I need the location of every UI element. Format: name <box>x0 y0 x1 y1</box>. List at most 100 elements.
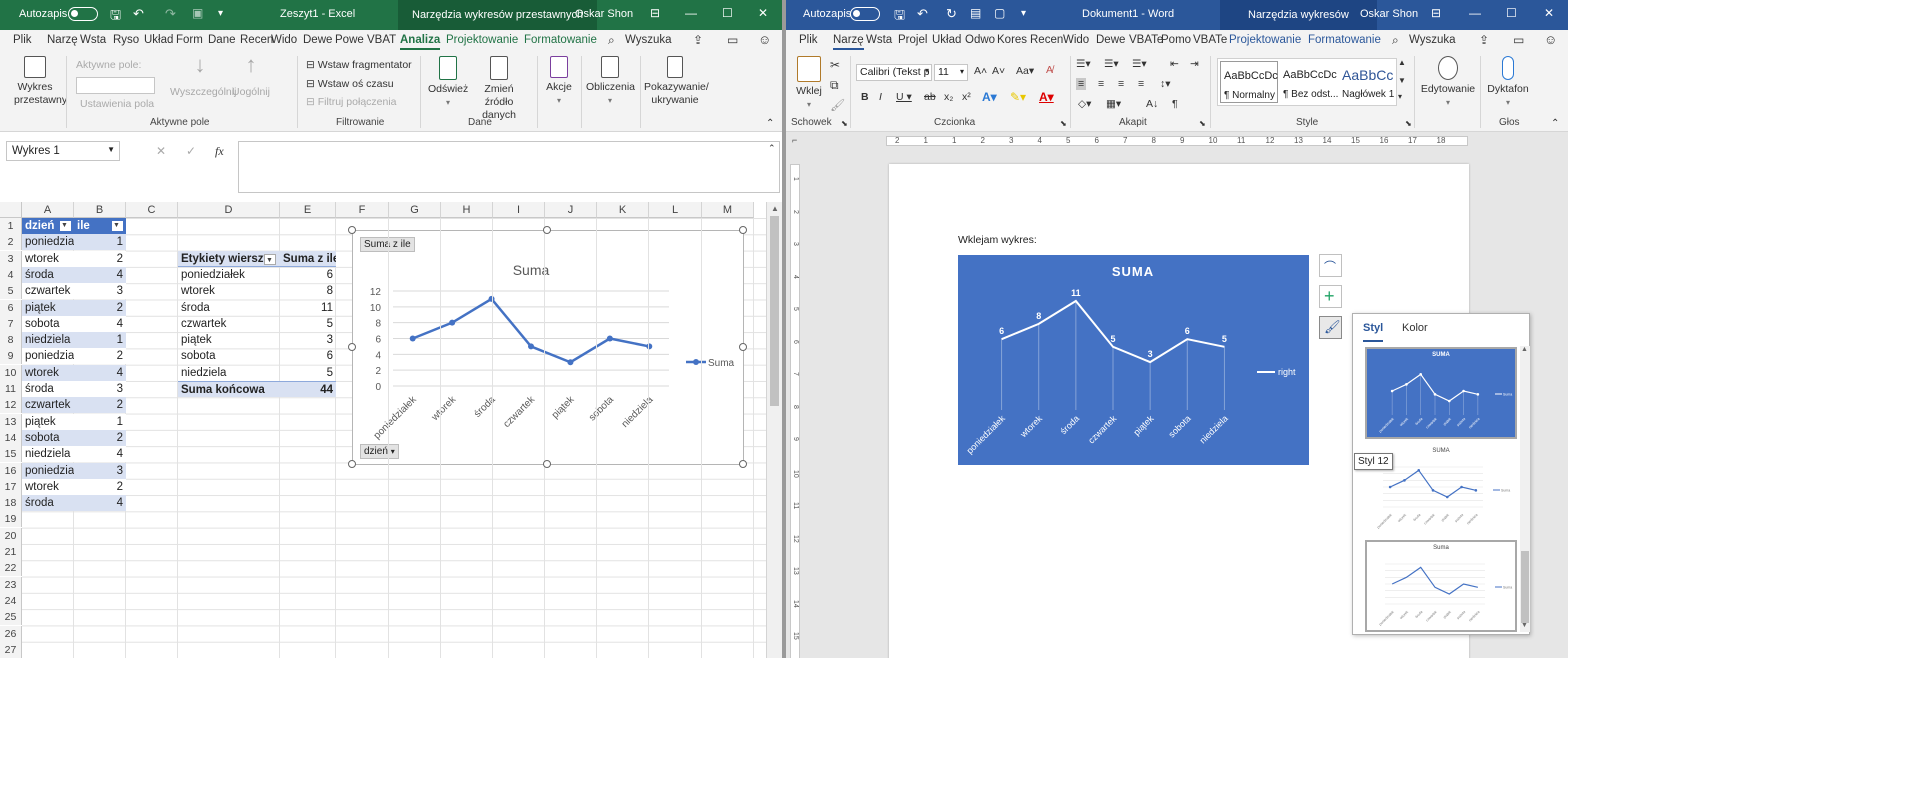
table-cell[interactable]: 3 <box>74 381 126 397</box>
column-header-K[interactable]: K <box>597 202 649 218</box>
pivot-row-value[interactable]: 5 <box>280 316 336 332</box>
word-tab-home[interactable]: Narzę <box>833 34 864 50</box>
strikethrough-icon[interactable]: ab <box>924 91 936 103</box>
data-label[interactable]: 3 <box>1148 349 1153 359</box>
word-search-box[interactable]: Wyszuka <box>1409 34 1456 46</box>
clipboard-launcher-icon[interactable]: ⬊ <box>841 119 848 128</box>
pivot-row-label[interactable]: piątek <box>178 332 280 348</box>
layout-options-button[interactable]: ⌒ <box>1319 254 1342 277</box>
tab-data[interactable]: Dane <box>208 34 236 46</box>
table-cell[interactable]: 4 <box>74 266 126 283</box>
word-tab-vbate2[interactable]: VBATe <box>1193 34 1227 46</box>
search-icon[interactable]: ⌕ <box>608 33 615 48</box>
column-header-H[interactable]: H <box>441 202 493 218</box>
word-tab-review[interactable]: Recen <box>1030 34 1063 46</box>
styles-scroll-up-icon[interactable]: ▲ <box>1398 58 1406 67</box>
close-icon[interactable]: ✕ <box>758 6 768 20</box>
highlight-icon[interactable]: ✎▾ <box>1010 90 1026 104</box>
row-header[interactable]: 11 <box>0 381 22 397</box>
tab-power[interactable]: Powe <box>335 34 364 46</box>
style-pane-scroll-up-icon[interactable]: ▲ <box>1521 346 1528 353</box>
qat-dropdown-icon[interactable]: ▾ <box>218 8 223 19</box>
chart-resize-handle[interactable] <box>348 460 356 468</box>
form-icon[interactable]: ▣ <box>192 6 203 20</box>
table-cell[interactable]: 4 <box>74 315 126 332</box>
word-qat-dropdown-icon[interactable]: ▾ <box>1021 8 1026 19</box>
word-redo-icon[interactable]: ↻ <box>946 6 957 22</box>
chart-resize-handle[interactable] <box>739 226 747 234</box>
legend-label[interactable]: Suma <box>708 358 735 369</box>
style-heading1[interactable]: AaBbCc Nagłówek 1 <box>1339 61 1395 103</box>
pivot-row-value[interactable]: 11 <box>280 300 336 316</box>
data-label[interactable]: 5 <box>1222 334 1227 344</box>
table-cell[interactable]: niedziela <box>22 332 74 349</box>
cut-icon[interactable]: ✂ <box>830 58 840 72</box>
change-source-button[interactable]: Zmień źródło danych <box>470 56 528 122</box>
word-tab-chart-design[interactable]: Projektowanie <box>1229 34 1301 46</box>
pivot-chart-button[interactable]: Wykres przestawny <box>14 56 67 107</box>
collapse-ribbon-icon[interactable]: ⌃ <box>766 118 774 129</box>
name-box[interactable]: Wykres 1 ▼ <box>6 141 120 161</box>
table-cell[interactable]: 1 <box>74 413 126 430</box>
pivot-row-label[interactable]: środa <box>178 300 280 316</box>
column-header-J[interactable]: J <box>545 202 597 218</box>
font-size-select[interactable]: 11 ▾ <box>934 64 968 81</box>
table-cell[interactable]: czwartek <box>22 397 74 414</box>
row-header[interactable]: 17 <box>0 478 22 495</box>
table-cell[interactable]: 4 <box>74 495 126 512</box>
table-cell[interactable]: 1 <box>74 234 126 251</box>
word-tab-help[interactable]: Pomo <box>1161 34 1191 46</box>
pivot-row-value[interactable]: 6 <box>280 348 336 364</box>
pivot-row-label[interactable]: czwartek <box>178 316 280 332</box>
row-header[interactable]: 23 <box>0 576 22 593</box>
sort-icon[interactable]: A↓ <box>1146 98 1158 110</box>
grow-font-icon[interactable]: A˄ <box>974 65 987 77</box>
data-point[interactable] <box>606 335 613 342</box>
table-cell[interactable]: 2 <box>74 250 126 267</box>
pivot-row-value[interactable]: 3 <box>280 332 336 348</box>
table-cell[interactable]: piątek <box>22 413 74 430</box>
chart-resize-handle[interactable] <box>348 343 356 351</box>
column-header-D[interactable]: D <box>178 202 280 218</box>
word-tab-vbate[interactable]: VBATe <box>1129 34 1163 46</box>
row-header[interactable]: 1 <box>0 218 22 234</box>
actions-button[interactable]: Akcje ▾ <box>543 56 575 107</box>
word-legend-label[interactable]: right <box>1278 367 1296 377</box>
word-tab-references[interactable]: Odwo <box>965 34 995 46</box>
name-box-dropdown-icon[interactable]: ▼ <box>107 145 115 154</box>
data-label[interactable]: 6 <box>1185 326 1190 336</box>
tab-home[interactable]: Narzę <box>47 34 78 46</box>
refresh-button[interactable]: Odśwież ▾ <box>428 56 468 109</box>
row-header[interactable]: 27 <box>0 641 22 658</box>
tab-insert[interactable]: Wsta <box>80 34 106 46</box>
bold-icon[interactable]: B <box>861 91 869 103</box>
chart-resize-handle[interactable] <box>739 343 747 351</box>
column-header-A[interactable]: A <box>22 202 74 218</box>
pivot-chart[interactable]: Suma z ile dzień ▾ Suma 0 2 4 6 8 10 12 poniedzi… <box>352 230 744 465</box>
maximize-icon[interactable]: ☐ <box>722 6 733 20</box>
row-header[interactable]: 9 <box>0 348 22 365</box>
italic-icon[interactable]: I <box>879 91 882 103</box>
row-header[interactable]: 2 <box>0 234 22 251</box>
column-header-F[interactable]: F <box>336 202 389 218</box>
column-header-C[interactable]: C <box>126 202 178 218</box>
data-label[interactable]: 11 <box>1071 288 1081 298</box>
tab-review[interactable]: Recen <box>240 34 273 46</box>
row-header[interactable]: 3 <box>0 250 22 267</box>
table-cell[interactable]: 2 <box>74 397 126 414</box>
word-tab-design[interactable]: Projel <box>898 34 927 46</box>
decrease-indent-icon[interactable]: ⇤ <box>1170 58 1179 70</box>
word-tab-chart-format[interactable]: Formatowanie <box>1308 34 1381 46</box>
insert-function-icon[interactable]: fx <box>215 144 224 159</box>
field-settings-button[interactable]: Ustawienia pola <box>80 98 154 110</box>
row-header[interactable]: 16 <box>0 462 22 479</box>
table-cell[interactable]: 2 <box>74 429 126 446</box>
table-cell[interactable]: 2 <box>74 348 126 365</box>
save-icon[interactable]: 🖫 <box>110 6 121 28</box>
shading-icon[interactable]: ◇▾ <box>1078 98 1091 110</box>
data-point[interactable] <box>409 335 416 342</box>
word-user-name[interactable]: Oskar Shon <box>1360 8 1418 20</box>
numbering-icon[interactable]: ☰▾ <box>1104 58 1119 70</box>
pivot-header-sum[interactable]: Suma z ile <box>280 250 336 267</box>
table-cell[interactable]: 4 <box>74 364 126 381</box>
